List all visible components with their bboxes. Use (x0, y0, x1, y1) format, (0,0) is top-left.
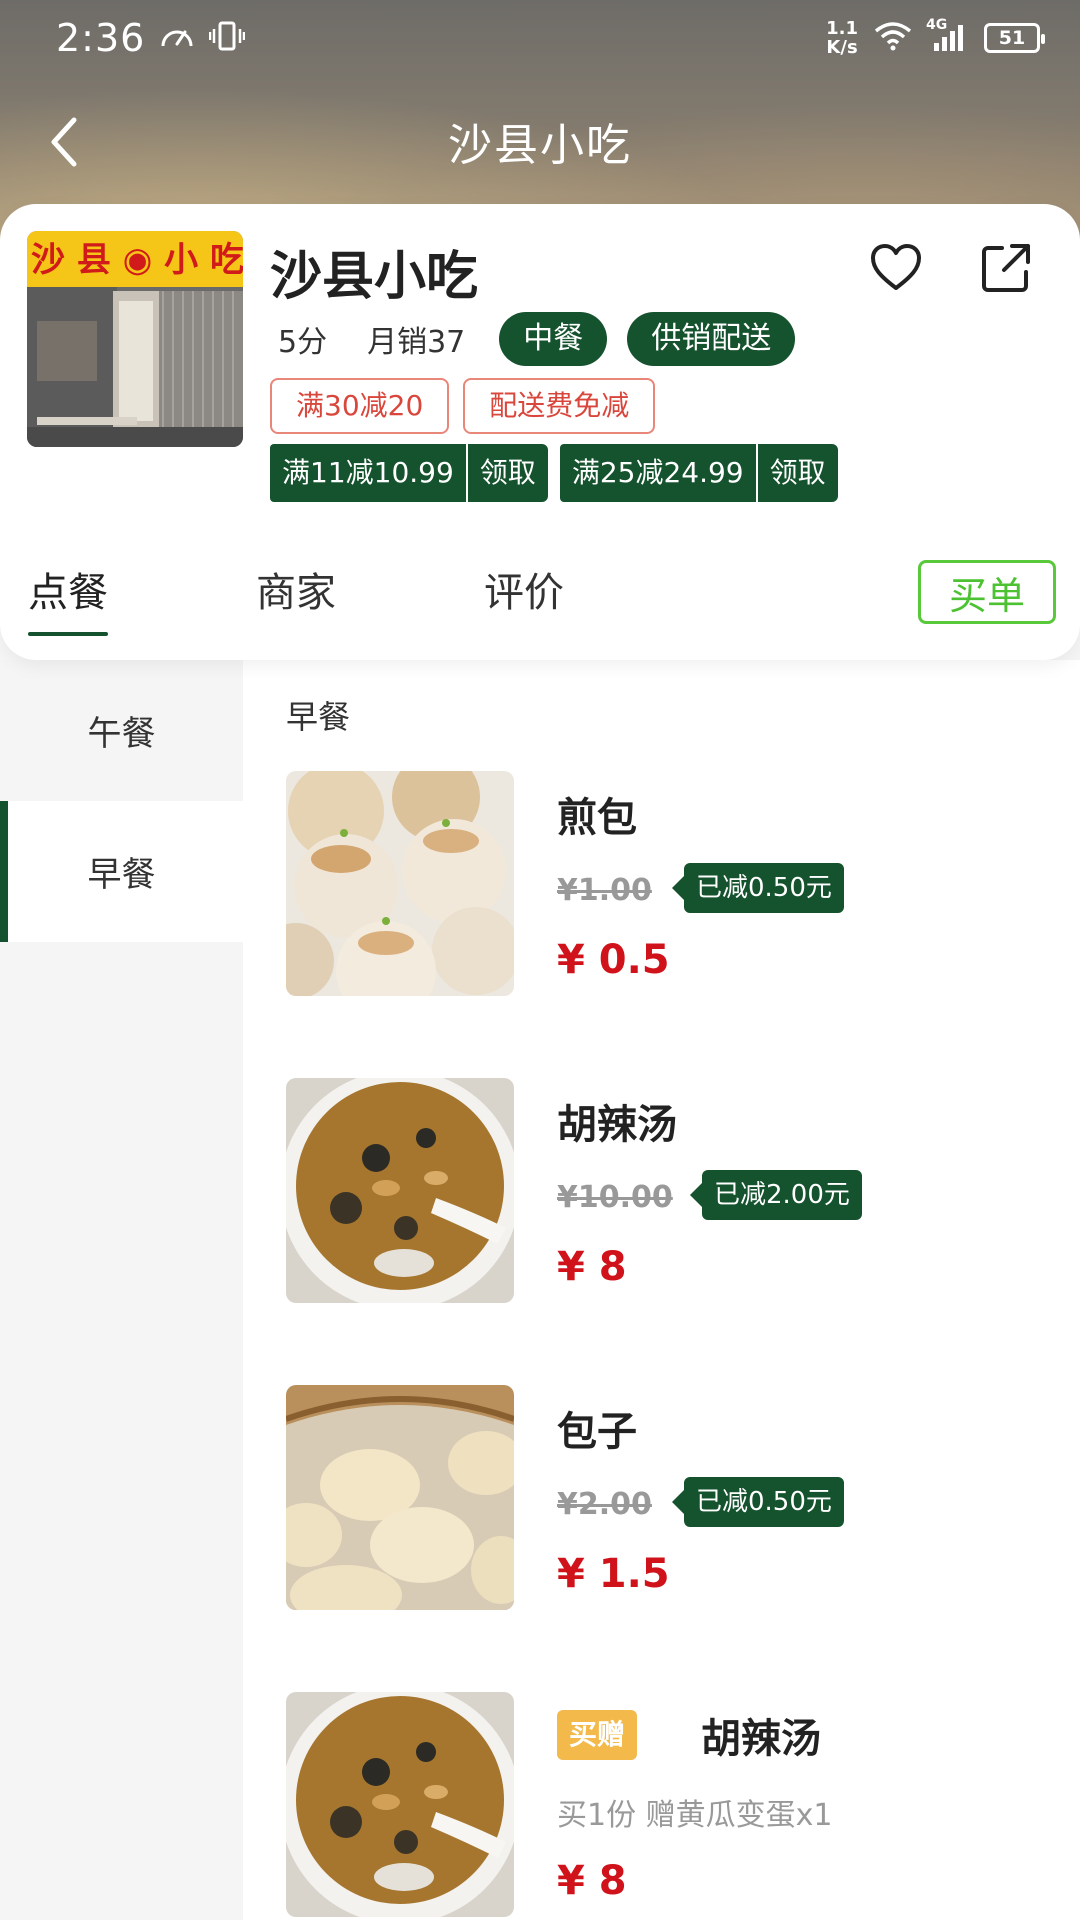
coupon-claim-button[interactable]: 领取 (465, 444, 548, 502)
promo-row: 满30减20 配送费免减 (270, 378, 656, 434)
store-photo[interactable]: 沙 县 ◉ 小 吃 (27, 231, 243, 447)
product-price: ¥ 8 (557, 1858, 627, 1904)
gift-description: 买1份 赠黄瓜变蛋x1 (557, 1798, 833, 1833)
product-name: 胡辣汤 (557, 1102, 677, 1148)
category-item-lunch[interactable]: 午餐 (0, 660, 243, 801)
coupon-amount: 满11减10.99 (270, 444, 466, 502)
wifi-icon (874, 21, 912, 55)
store-tag-cuisine: 中餐 (499, 312, 608, 366)
coupon-amount: 满25减24.99 (559, 444, 756, 502)
network-speed-unit: K/s (826, 37, 858, 58)
product-discount-badge: 已减0.50元 (672, 863, 844, 913)
store-tag-delivery: 供销配送 (627, 312, 796, 366)
heart-icon (871, 244, 921, 290)
product-original-price: ¥2.00 (557, 1487, 652, 1522)
product-image (286, 1385, 514, 1610)
product-item[interactable]: 胡辣汤 ¥10.00 已减2.00元 ¥ 8 (286, 1078, 1066, 1308)
page-title: 沙县小吃 (448, 120, 632, 171)
gift-badge: 买赠 (557, 1710, 638, 1760)
tab-label: 商家 (256, 570, 336, 616)
product-original-price: ¥10.00 (557, 1180, 673, 1215)
back-button[interactable] (44, 114, 94, 170)
tab-label: 评价 (484, 570, 564, 616)
product-name: 胡辣汤 (701, 1716, 821, 1762)
product-item-gift[interactable]: 买赠 胡辣汤 买1份 赠黄瓜变蛋x1 ¥ 8 (286, 1692, 1066, 1920)
product-price: ¥ 8 (557, 1244, 627, 1290)
tab-reviews[interactable]: 评价 (484, 560, 564, 636)
battery-level: 51 (998, 27, 1026, 49)
tab-order[interactable]: 点餐 (28, 560, 108, 636)
category-label: 早餐 (87, 855, 156, 895)
tab-active-indicator (28, 632, 108, 636)
share-button[interactable] (978, 240, 1034, 296)
network-speed: 1.1 K/s (826, 19, 858, 57)
coupon[interactable]: 满11减10.99 领取 (270, 444, 548, 502)
promo-tag: 满30减20 (270, 378, 450, 434)
product-image (286, 1078, 514, 1303)
pay-bill-button[interactable]: 买单 (918, 560, 1056, 624)
network-speed-value: 1.1 (826, 18, 858, 39)
store-monthly-sales: 月销37 (367, 325, 466, 360)
product-name: 煎包 (557, 795, 637, 841)
product-image (286, 1692, 514, 1917)
signal-icon: 4G (926, 17, 968, 53)
product-item[interactable]: 包子 ¥2.00 已减0.50元 ¥ 1.5 (286, 1385, 1066, 1615)
share-icon (982, 244, 1030, 292)
category-sidebar: 午餐 早餐 (0, 660, 243, 1920)
store-meta: 5分 月销37 中餐 供销配送 (278, 312, 815, 366)
nav-bar: 沙县小吃 (0, 96, 1080, 186)
product-name: 包子 (557, 1409, 637, 1455)
tab-merchant[interactable]: 商家 (256, 560, 336, 636)
store-tabs: 点餐 商家 评价 买单 (0, 560, 1080, 650)
favorite-button[interactable] (868, 240, 924, 296)
product-list: 早餐 煎包 ¥1.00 已减0.50元 ¥ 0.5 胡辣汤 ¥10.00 已减2… (243, 660, 1080, 1920)
product-price: ¥ 0.5 (557, 937, 670, 983)
product-image (286, 771, 514, 996)
promo-tag: 配送费免减 (463, 378, 656, 434)
coupon-claim-button[interactable]: 领取 (755, 444, 838, 502)
coupon[interactable]: 满25减24.99 领取 (559, 444, 838, 502)
status-bar: 2:36 1.1 K/s 4G 51 (0, 0, 1080, 76)
store-card: 沙 县 ◉ 小 吃 沙县小吃 5分 月销37 中餐 供销配送 满30减20 配送… (0, 204, 1080, 660)
product-discount-badge: 已减2.00元 (690, 1170, 862, 1220)
store-rating: 5分 (278, 325, 328, 360)
store-photo-sign: 沙 县 ◉ 小 吃 (31, 240, 243, 280)
status-time: 2:36 (56, 16, 146, 60)
product-item[interactable]: 煎包 ¥1.00 已减0.50元 ¥ 0.5 (286, 771, 1066, 1001)
section-title: 早餐 (286, 698, 351, 736)
tab-label: 点餐 (28, 570, 108, 616)
category-label: 午餐 (87, 714, 156, 754)
product-price: ¥ 1.5 (557, 1551, 670, 1597)
network-type: 4G (926, 17, 948, 33)
vibrate-icon (209, 20, 246, 56)
battery-icon: 51 (984, 23, 1045, 53)
chevron-left-icon (51, 117, 77, 167)
product-discount-badge: 已减0.50元 (672, 1477, 844, 1527)
product-original-price: ¥1.00 (557, 873, 652, 908)
speedometer-icon (159, 20, 195, 56)
store-name: 沙县小吃 (270, 247, 479, 307)
coupon-row: 满11减10.99 领取 满25减24.99 领取 (270, 444, 838, 502)
category-item-breakfast[interactable]: 早餐 (0, 801, 243, 942)
